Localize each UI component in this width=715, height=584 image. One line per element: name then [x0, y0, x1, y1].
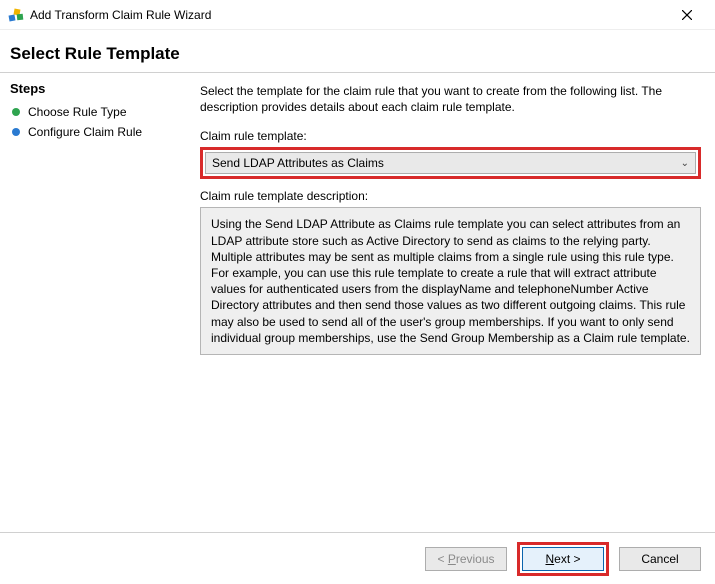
- chevron-down-icon: ⌄: [681, 158, 689, 169]
- cancel-button-label: Cancel: [641, 552, 678, 566]
- step-label: Configure Claim Rule: [28, 125, 142, 139]
- template-label: Claim rule template:: [200, 129, 701, 143]
- step-label: Choose Rule Type: [28, 105, 127, 119]
- bullet-icon: [12, 108, 20, 116]
- description-box: Using the Send LDAP Attribute as Claims …: [200, 207, 701, 355]
- step-choose-rule-type[interactable]: Choose Rule Type: [10, 102, 180, 122]
- intro-text: Select the template for the claim rule t…: [200, 83, 701, 115]
- content-area: Steps Choose Rule Type Configure Claim R…: [0, 72, 715, 532]
- main-panel: Select the template for the claim rule t…: [190, 73, 715, 532]
- bullet-icon: [12, 128, 20, 136]
- app-icon: [8, 7, 24, 23]
- titlebar: Add Transform Claim Rule Wizard: [0, 0, 715, 30]
- page-title: Select Rule Template: [10, 44, 705, 64]
- description-label: Claim rule template description:: [200, 189, 701, 203]
- next-button[interactable]: Next >: [522, 547, 604, 571]
- steps-sidebar: Steps Choose Rule Type Configure Claim R…: [0, 73, 190, 532]
- template-select[interactable]: Send LDAP Attributes as Claims ⌄: [205, 152, 696, 174]
- previous-button: < Previous: [425, 547, 507, 571]
- template-select-highlight: Send LDAP Attributes as Claims ⌄: [200, 147, 701, 179]
- step-configure-claim-rule[interactable]: Configure Claim Rule: [10, 122, 180, 142]
- close-icon: [682, 10, 692, 20]
- steps-title: Steps: [10, 81, 180, 96]
- page-heading: Select Rule Template: [0, 30, 715, 70]
- close-button[interactable]: [667, 1, 707, 29]
- next-button-highlight: Next >: [517, 542, 609, 576]
- cancel-button[interactable]: Cancel: [619, 547, 701, 571]
- template-select-value: Send LDAP Attributes as Claims: [212, 156, 384, 170]
- previous-button-label: < Previous: [437, 552, 494, 566]
- next-button-label: Next >: [545, 552, 580, 566]
- window-title: Add Transform Claim Rule Wizard: [30, 8, 211, 22]
- footer-buttons: < Previous Next > Cancel: [0, 532, 715, 584]
